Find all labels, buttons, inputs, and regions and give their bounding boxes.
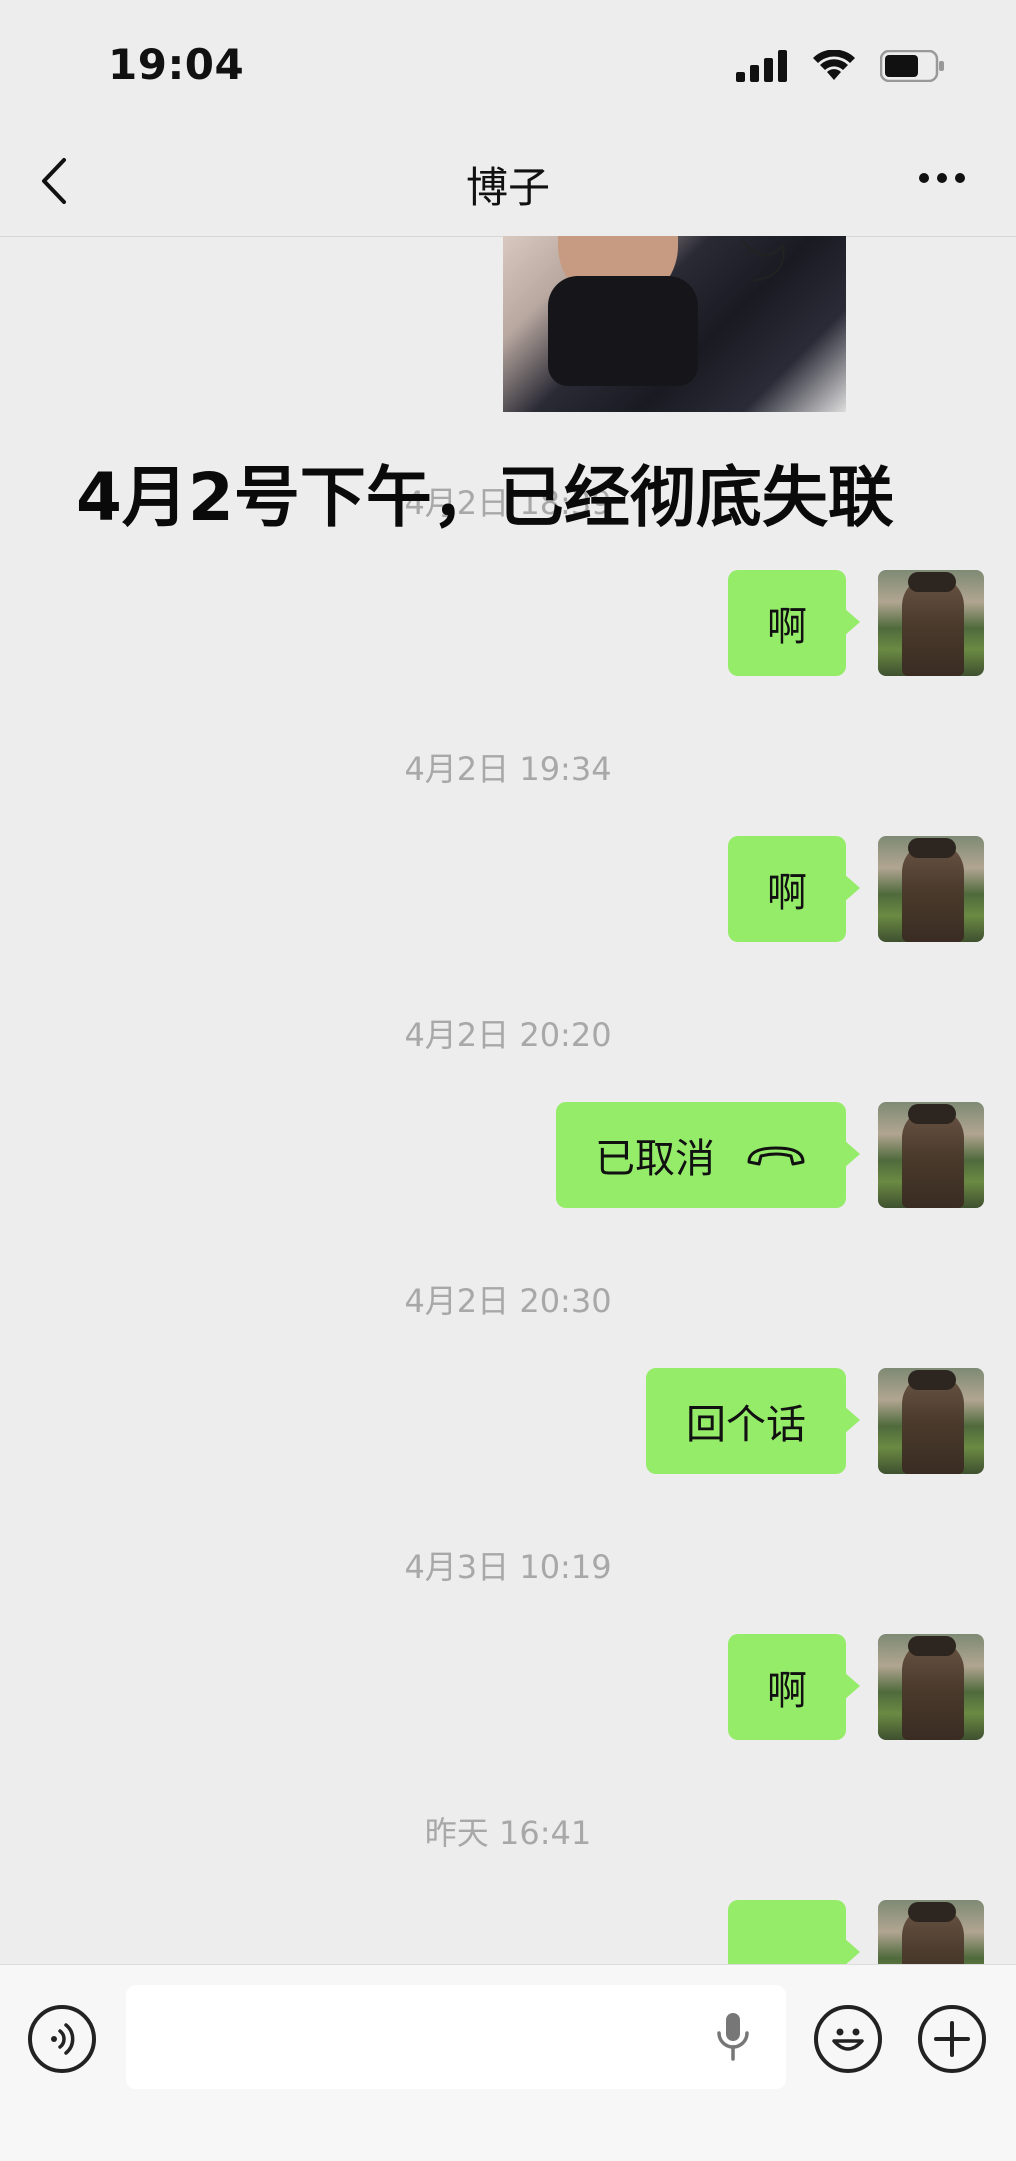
microphone-icon[interactable] [716, 2011, 750, 2063]
message-timestamp: 4月3日 10:19 [404, 1548, 612, 1586]
avatar-hat [908, 572, 956, 592]
message-row: 已取消 [0, 1102, 1016, 1210]
message-text: 啊 [767, 604, 807, 650]
message-timestamp: 4月2日 19:34 [404, 750, 612, 788]
more-dots-icon[interactable] [918, 172, 966, 184]
nav-bar: 博子 [0, 120, 1016, 237]
message-bubble[interactable]: 1 [728, 1900, 860, 1964]
avatar[interactable] [878, 1634, 984, 1740]
plus-icon [934, 2021, 970, 2057]
avatar[interactable] [878, 1368, 984, 1474]
plus-button[interactable] [918, 2005, 986, 2073]
message-bubble[interactable]: 回个话 [646, 1368, 860, 1474]
message-input[interactable] [126, 1985, 786, 2089]
avatar[interactable] [878, 1900, 984, 1964]
photo-mask [548, 276, 698, 386]
call-bubble[interactable]: 已取消 [556, 1102, 860, 1208]
avatar-hat [908, 1104, 956, 1124]
avatar[interactable] [878, 570, 984, 676]
wifi-icon [813, 50, 855, 80]
message-row: 啊 [0, 836, 1016, 944]
status-icons [736, 50, 946, 82]
message-row: 啊 [0, 1634, 1016, 1742]
avatar-hat [908, 1370, 956, 1390]
message-bubble[interactable]: 啊 [728, 570, 860, 676]
voice-mode-icon [51, 2023, 75, 2055]
input-bar [0, 1964, 1016, 2161]
message-text: 回个话 [686, 1402, 806, 1448]
chat-title: 博子 [465, 163, 550, 212]
message-row: 回个话 [0, 1368, 1016, 1476]
avatar-hat [908, 1902, 956, 1922]
message-bubble[interactable]: 啊 [728, 1634, 860, 1740]
message-bubble[interactable]: 啊 [728, 836, 860, 942]
message-row: 1 [0, 1900, 1016, 1964]
battery-icon [880, 50, 944, 82]
photo-scribble [742, 240, 785, 282]
phone-hangup-icon [747, 1146, 805, 1166]
cellular-signal-icon [736, 50, 787, 82]
message-text: 啊 [767, 1668, 807, 1714]
avatar[interactable] [878, 836, 984, 942]
avatar-hat [908, 1636, 956, 1656]
message-row: 啊 [0, 570, 1016, 678]
message-text: 啊 [767, 870, 807, 916]
avatar-hat [908, 838, 956, 858]
message-timestamp: 昨天 16:41 [424, 1814, 592, 1852]
status-time: 19:04 [108, 40, 245, 89]
avatar[interactable] [878, 1102, 984, 1208]
overlay-caption: 4月2号下午，已经彻底失联 [76, 459, 894, 536]
message-text: 已取消 [595, 1136, 715, 1182]
message-timestamp: 4月2日 20:20 [404, 1016, 612, 1054]
sent-photo[interactable] [503, 236, 846, 412]
message-timestamp: 4月2日 20:30 [404, 1282, 612, 1320]
emoji-icon [832, 2028, 864, 2051]
emoji-button[interactable] [814, 2005, 882, 2073]
voice-mode-button[interactable] [28, 2005, 96, 2073]
